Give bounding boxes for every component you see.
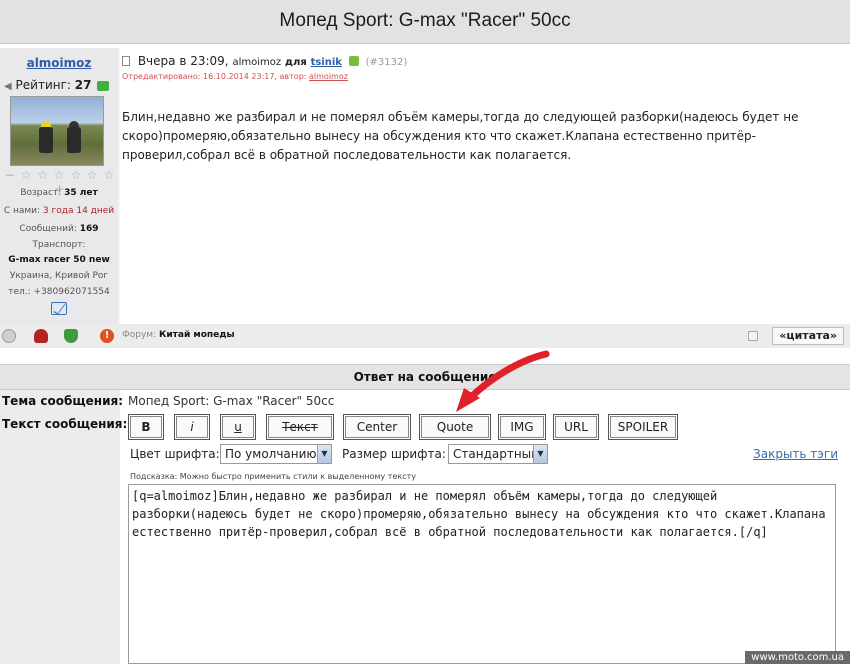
rating-plus-icon[interactable]: [97, 80, 110, 91]
subject-value: Мопед Sport: G-max "Racer" 50cc: [128, 394, 335, 408]
quote-button[interactable]: Quote: [419, 414, 491, 440]
message-area: Вчера в 23:09, almoimoz для tsinik (#313…: [120, 48, 850, 324]
dropdown-arrow-icon: ▼: [317, 445, 331, 463]
bold-button[interactable]: B: [128, 414, 164, 440]
speaker-icon: ◀: [4, 81, 12, 92]
text-label: Текст сообщения:: [2, 417, 128, 431]
font-color-label: Цвет шрифта:: [130, 447, 220, 461]
user-since: С нами: 3 года 14 дней: [3, 206, 115, 216]
subject-label: Тема сообщения:: [2, 394, 123, 408]
select-post-checkbox[interactable]: [748, 331, 758, 341]
strikethrough-button[interactable]: Текст: [266, 414, 334, 440]
rating-label: Рейтинг:: [15, 78, 71, 92]
quote-post-button[interactable]: «цитата»: [772, 327, 844, 345]
font-options-row: Цвет шрифта: По умолчанию ▼ Размер шрифт…: [130, 444, 850, 466]
avatar: [10, 96, 104, 166]
forum-name[interactable]: Китай мопеды: [159, 330, 235, 340]
italic-button[interactable]: i: [174, 414, 210, 440]
user-transport-label: Транспорт:: [32, 240, 86, 250]
forum-link: Форум: Китай мопеды: [122, 330, 235, 340]
rating-value: 27: [74, 78, 92, 92]
font-size-select[interactable]: Стандартный ▼: [448, 444, 548, 464]
edited-note: Отредактировано: 16.10.2014 23:17, автор…: [122, 72, 348, 81]
dropdown-arrow-icon: ▼: [533, 445, 547, 463]
url-button[interactable]: URL: [553, 414, 599, 440]
message-text: Блин,недавно же разбирал и не померял об…: [122, 110, 799, 162]
post-author: almoimoz: [232, 57, 282, 68]
reply-to-link[interactable]: tsinik: [311, 57, 342, 68]
user-phone: тел.: +380962071554: [8, 287, 110, 297]
spoiler-button[interactable]: SPOILER: [608, 414, 678, 440]
font-color-select[interactable]: По умолчанию ▼: [220, 444, 332, 464]
user-transport: G-max racer 50 new: [8, 255, 110, 265]
info-icon[interactable]: [2, 329, 16, 343]
user-panel: almoimoz ◀ Рейтинг: 27 − ☆ ☆ ☆ ☆ ☆ ☆ + В…: [0, 48, 118, 348]
post-number[interactable]: (#3132): [366, 57, 408, 68]
center-button[interactable]: Center: [343, 414, 411, 440]
warning-icon[interactable]: !: [100, 329, 114, 343]
page-title: Мопед Sport: G-max "Racer" 50cc: [279, 10, 571, 31]
dislike-icon[interactable]: [34, 329, 48, 343]
mail-icon[interactable]: [51, 302, 67, 315]
message-textarea[interactable]: [q=almoimoz]Блин,недавно же разбирал и н…: [128, 484, 836, 664]
message-header: Вчера в 23:09, almoimoz для tsinik (#313…: [120, 54, 850, 68]
format-hint: Подсказка: Можно быстро применить стили …: [130, 472, 416, 481]
page-header: Мопед Sport: G-max "Racer" 50cc: [0, 0, 850, 44]
like-icon[interactable]: [64, 329, 78, 343]
reply-label-column: [0, 390, 120, 664]
user-posts: Сообщений: 169: [19, 224, 99, 234]
edited-author-link[interactable]: almoimoz: [309, 72, 348, 81]
underline-button[interactable]: u: [220, 414, 256, 440]
reply-heading: Ответ на сообщение: [0, 364, 850, 390]
img-button[interactable]: IMG: [498, 414, 546, 440]
user-rating: ◀ Рейтинг: 27: [4, 78, 116, 92]
user-age: Возраст: 35 лет: [20, 188, 98, 198]
forum-post: almoimoz ◀ Рейтинг: 27 − ☆ ☆ ☆ ☆ ☆ ☆ + В…: [0, 48, 850, 348]
reply-form: Ответ на сообщение Тема сообщения: Мопед…: [0, 364, 850, 664]
close-tags-link[interactable]: Закрыть тэги: [753, 447, 838, 461]
user-location: Украина, Кривой Рог: [9, 271, 109, 281]
font-size-label: Размер шрифта:: [342, 447, 446, 461]
for-label: для: [284, 57, 307, 68]
thumb-icon[interactable]: [348, 56, 359, 66]
doc-icon: [122, 56, 130, 66]
username-link[interactable]: almoimoz: [0, 56, 118, 70]
post-footer: ! Форум: Китай мопеды «цитата»: [0, 324, 850, 348]
watermark: www.moto.com.ua: [745, 651, 850, 664]
post-time: Вчера в 23:09,: [137, 54, 229, 68]
